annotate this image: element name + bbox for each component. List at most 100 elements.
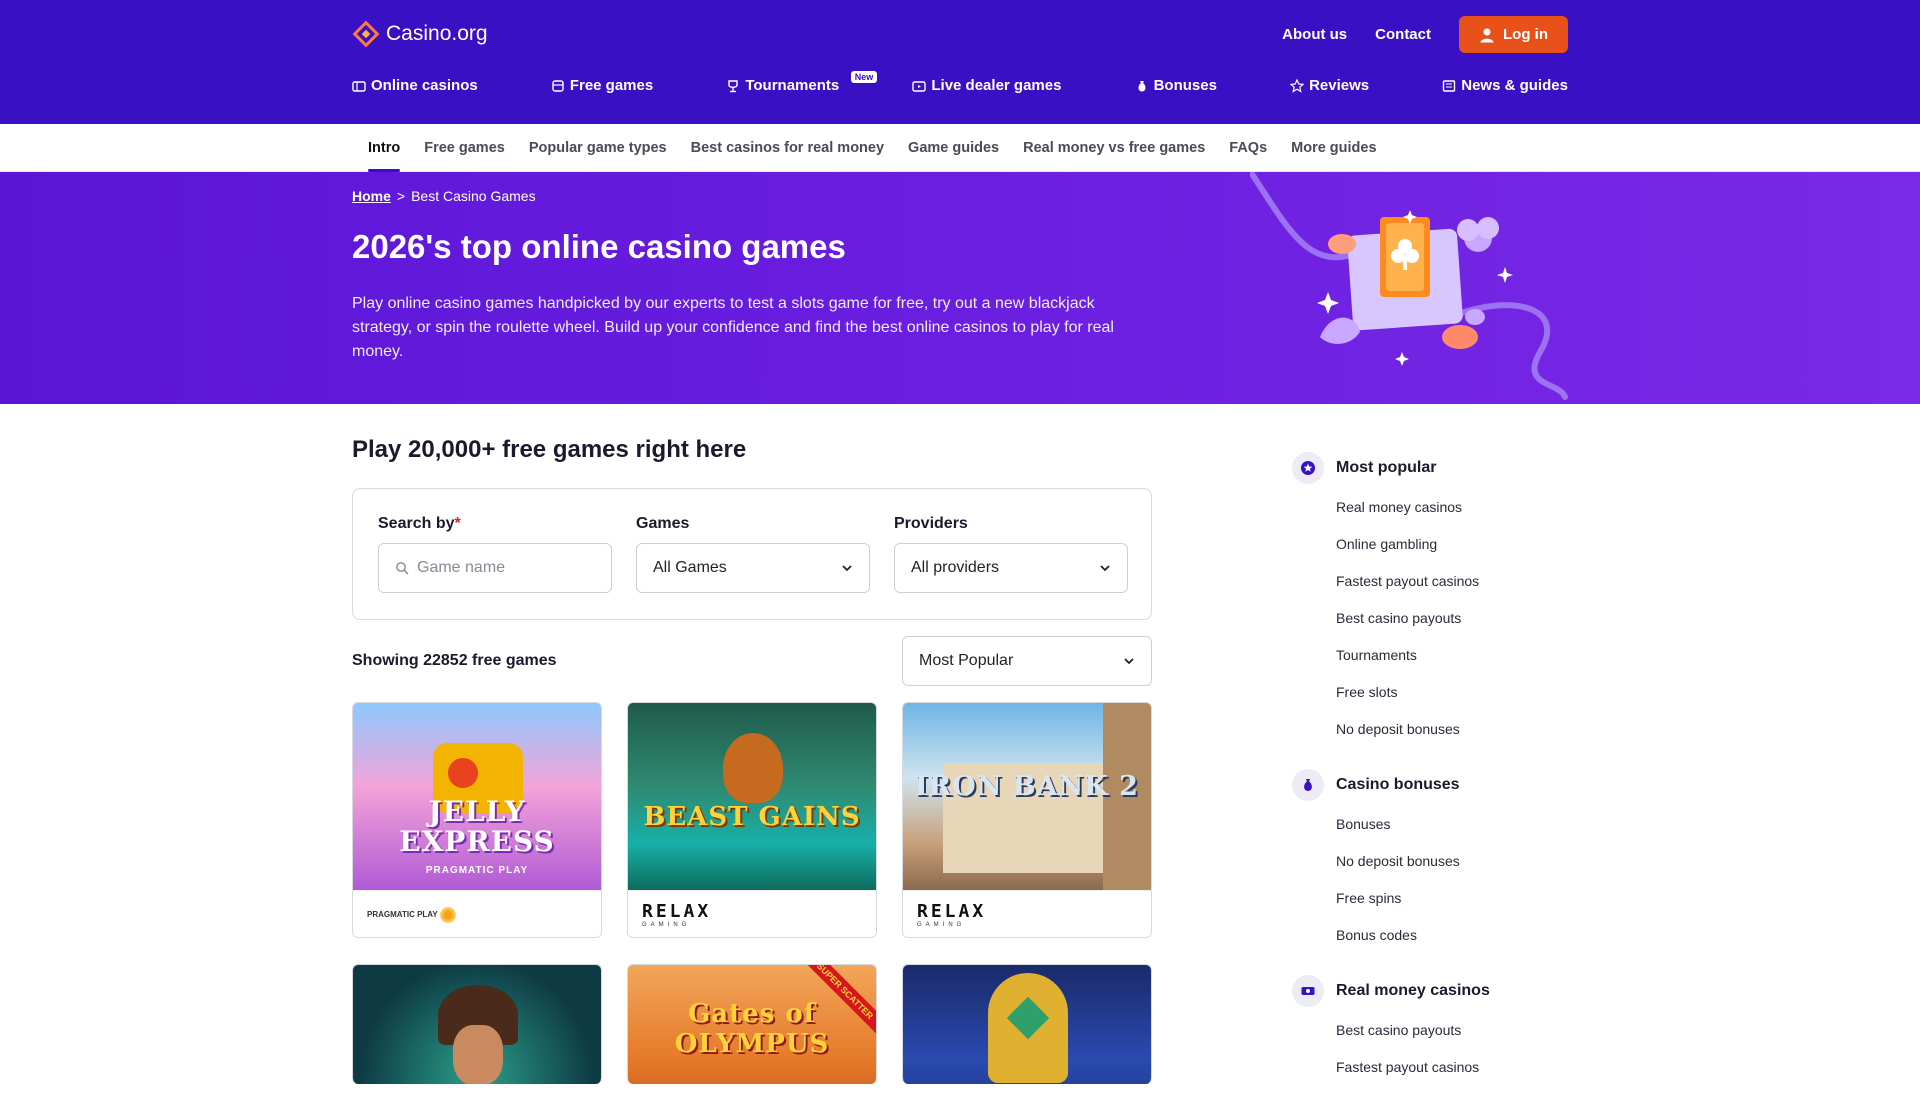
sidebar-link[interactable]: Online gambling: [1292, 525, 1592, 562]
nav-label: Reviews: [1309, 77, 1370, 94]
sort-select-value: Most Popular: [919, 652, 1014, 669]
game-thumbnail[interactable]: Gates of OLYMPUS SUPER SCATTER: [628, 965, 876, 1084]
nav-tournaments[interactable]: Tournaments New: [726, 71, 878, 94]
subnav-intro[interactable]: Intro: [368, 124, 401, 172]
game-thumbnail[interactable]: IRON BANK 2: [903, 703, 1151, 890]
game-title: IRON BANK 2: [915, 770, 1139, 802]
provider-row: PRAGMATIC PLAY: [353, 890, 601, 937]
section-subnav: Intro Free games Popular game types Best…: [0, 124, 1920, 172]
games-grid: JELLY EXPRESS PRAGMATIC PLAY PRAGMATIC P…: [352, 702, 1152, 1084]
hero-banner: Home > Best Casino Games 2026's top onli…: [0, 172, 1920, 404]
nav-live-dealer[interactable]: Live dealer games: [912, 77, 1061, 94]
trophy-icon: [728, 79, 739, 92]
providers-select-value: All providers: [911, 559, 1000, 576]
newspaper-icon: [1443, 79, 1456, 92]
game-thumbnail[interactable]: [353, 965, 601, 1084]
search-icon: [396, 562, 409, 575]
provider-row: RELAX GAMING: [903, 890, 1151, 937]
hero-illustration: [1250, 172, 1568, 400]
nav-online-casinos[interactable]: Online casinos: [352, 77, 478, 94]
subnav-best-casinos[interactable]: Best casinos for real money: [691, 124, 884, 172]
sidebar-group-title[interactable]: Most popular: [1336, 459, 1436, 477]
chevron-down-icon: [842, 565, 852, 572]
nav-reviews[interactable]: Reviews: [1290, 77, 1369, 94]
breadcrumb-home[interactable]: Home: [352, 188, 391, 204]
sidebar-link[interactable]: Tournaments: [1292, 636, 1592, 673]
games-select[interactable]: All Games: [636, 543, 870, 593]
sidebar-link[interactable]: Free slots: [1292, 673, 1592, 710]
diamond-logo-icon: [352, 20, 380, 48]
sidebar-group-most-popular: Most popular Real money casinos Online g…: [1292, 452, 1592, 747]
breadcrumb-separator: >: [396, 188, 406, 204]
providers-filter-label: Providers: [894, 515, 968, 532]
subnav-real-vs-free[interactable]: Real money vs free games: [1023, 124, 1205, 172]
sidebar-link[interactable]: Free spins: [1292, 879, 1592, 916]
search-placeholder: Game name: [417, 559, 506, 576]
game-thumbnail[interactable]: BEAST GAINS: [628, 703, 876, 890]
login-button[interactable]: Log in: [1459, 16, 1568, 53]
sidebar-link[interactable]: Best casino payouts: [1292, 599, 1592, 636]
results-count: Showing 22852 free games: [352, 652, 557, 669]
game-title: JELLY EXPRESS: [399, 794, 555, 858]
subnav-game-guides[interactable]: Game guides: [908, 124, 999, 172]
pragmatic-play-icon: [439, 906, 456, 923]
star-icon: [1290, 78, 1305, 93]
games-section-title: Play 20,000+ free games right here: [352, 436, 747, 463]
breadcrumb-current: Best Casino Games: [411, 188, 536, 204]
money-bag-icon: [1138, 80, 1146, 91]
game-card[interactable]: [902, 964, 1152, 1084]
games-filter-label: Games: [636, 515, 690, 532]
subnav-faqs[interactable]: FAQs: [1229, 124, 1267, 172]
game-card[interactable]: Gates of OLYMPUS SUPER SCATTER: [627, 964, 877, 1084]
game-thumbnail[interactable]: JELLY EXPRESS PRAGMATIC PLAY: [353, 703, 601, 890]
user-icon: [1480, 28, 1494, 42]
games-select-value: All Games: [653, 559, 727, 576]
nav-free-games[interactable]: Free games: [551, 77, 653, 94]
subnav-free-games[interactable]: Free games: [424, 124, 505, 172]
provider-logo: PRAGMATIC PLAY: [367, 906, 456, 923]
nav-label: Tournaments: [745, 77, 840, 94]
game-card[interactable]: [352, 964, 602, 1084]
sidebar-link[interactable]: No deposit bonuses: [1292, 710, 1592, 747]
logo-text: Casino.org: [386, 22, 488, 45]
game-studio: PRAGMATIC PLAY: [425, 865, 529, 876]
sidebar-link[interactable]: Fastest payout casinos: [1292, 562, 1592, 599]
sidebar-link[interactable]: Bonuses: [1292, 805, 1592, 842]
about-link[interactable]: About us: [1282, 26, 1347, 43]
nav-bonuses[interactable]: Bonuses: [1135, 77, 1217, 94]
contact-link[interactable]: Contact: [1375, 26, 1431, 43]
site-header: Casino.org About us Contact Log in Onlin…: [0, 0, 1920, 124]
tv-icon: [912, 80, 927, 92]
subnav-popular-game-types[interactable]: Popular game types: [529, 124, 667, 172]
game-search-input[interactable]: Game name: [378, 543, 612, 593]
nav-label: Free games: [569, 77, 654, 94]
nav-news-guides[interactable]: News & guides: [1442, 77, 1568, 94]
nav-label: Live dealer games: [931, 77, 1062, 94]
sidebar-link[interactable]: Bonus codes: [1292, 916, 1592, 953]
sort-select[interactable]: Most Popular: [902, 636, 1152, 686]
sidebar-link[interactable]: No deposit bonuses: [1292, 842, 1592, 879]
star-badge-icon: [1292, 452, 1324, 484]
game-thumbnail[interactable]: [903, 965, 1151, 1084]
filter-panel: Search by* Game name Games All Games Pro…: [352, 488, 1152, 620]
sidebar-group-title[interactable]: Casino bonuses: [1336, 776, 1460, 794]
game-card[interactable]: JELLY EXPRESS PRAGMATIC PLAY PRAGMATIC P…: [352, 702, 602, 938]
nav-label: Online casinos: [371, 77, 478, 94]
game-card[interactable]: IRON BANK 2 RELAX GAMING: [902, 702, 1152, 938]
sidebar-link[interactable]: Best casino payouts: [1292, 1011, 1592, 1048]
required-mark: *: [454, 515, 461, 532]
sidebar-link[interactable]: Real money casinos: [1292, 488, 1592, 525]
search-by-label: Search by*: [378, 515, 461, 532]
site-logo[interactable]: Casino.org: [352, 20, 488, 48]
sidebar-group-title[interactable]: Real money casinos: [1336, 982, 1490, 1000]
provider-row: RELAX GAMING: [628, 890, 876, 937]
new-badge: New: [850, 71, 878, 83]
page-title: 2026's top online casino games: [352, 228, 846, 265]
subnav-more-guides[interactable]: More guides: [1291, 124, 1376, 172]
nav-label: News & guides: [1461, 77, 1568, 94]
sidebar-link[interactable]: Fastest payout casinos: [1292, 1048, 1592, 1085]
providers-select[interactable]: All providers: [894, 543, 1128, 593]
game-card[interactable]: BEAST GAINS RELAX GAMING: [627, 702, 877, 938]
breadcrumb: Home > Best Casino Games: [352, 188, 536, 204]
sidebar: Most popular Real money casinos Online g…: [1292, 452, 1592, 1107]
